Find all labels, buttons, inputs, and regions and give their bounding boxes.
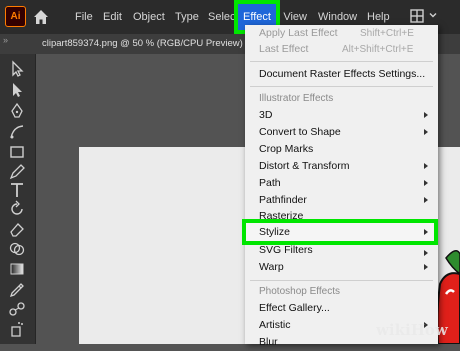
menu-item-document-raster-settings[interactable]: Document Raster Effects Settings... (259, 66, 425, 83)
menu-item-warp[interactable]: Warp (259, 259, 284, 276)
rectangle-tool-icon[interactable] (8, 143, 26, 161)
menu-item-blur[interactable]: Blur (259, 334, 278, 351)
menu-item-pathfinder[interactable]: Pathfinder (259, 192, 307, 209)
submenu-arrow-icon (424, 129, 428, 135)
shortcut-apply-last: Shift+Ctrl+E (360, 28, 414, 39)
menu-item-artistic[interactable]: Artistic (259, 317, 291, 334)
submenu-arrow-icon (424, 229, 428, 235)
menu-item-last-effect[interactable]: Last Effect (259, 41, 308, 58)
rotate-tool-icon[interactable] (8, 200, 26, 218)
menu-item-path[interactable]: Path (259, 175, 281, 192)
illustrator-logo: Ai (5, 6, 26, 27)
menu-separator (250, 280, 433, 281)
submenu-arrow-icon (424, 163, 428, 169)
menu-item-3d[interactable]: 3D (259, 107, 272, 124)
menu-select[interactable]: Select (208, 0, 234, 34)
section-header-photoshop-effects: Photoshop Effects (259, 286, 340, 297)
home-icon[interactable] (32, 8, 50, 26)
menu-object[interactable]: Object (133, 0, 165, 34)
menu-item-svg-filters[interactable]: SVG Filters (259, 242, 313, 259)
menu-item-stylize[interactable]: Stylize (259, 224, 290, 241)
symbol-sprayer-tool-icon[interactable] (8, 320, 26, 338)
menu-item-crop-marks[interactable]: Crop Marks (259, 141, 313, 158)
menu-item-distort-transform[interactable]: Distort & Transform (259, 158, 349, 175)
pen-tool-icon[interactable] (8, 102, 26, 120)
submenu-arrow-icon (424, 250, 428, 256)
menu-item-convert-to-shape[interactable]: Convert to Shape (259, 124, 341, 141)
chevron-down-icon[interactable] (428, 10, 438, 20)
document-tab[interactable]: clipart859374.png @ 50 % (RGB/CPU Previe… (42, 38, 243, 49)
submenu-arrow-icon (424, 264, 428, 270)
section-header-illustrator-effects: Illustrator Effects (259, 93, 334, 104)
submenu-arrow-icon (424, 180, 428, 186)
gradient-tool-icon[interactable] (8, 260, 26, 278)
pencil-tool-icon[interactable] (8, 163, 26, 181)
menu-file[interactable]: File (75, 0, 93, 34)
menu-item-effect-gallery[interactable]: Effect Gallery... (259, 300, 330, 317)
submenu-arrow-icon (424, 112, 428, 118)
menu-type[interactable]: Type (175, 0, 199, 34)
menu-edit[interactable]: Edit (103, 0, 122, 34)
curvature-tool-icon[interactable] (8, 123, 26, 141)
blend-tool-icon[interactable] (8, 300, 26, 318)
menu-separator (250, 61, 433, 62)
shortcut-last-effect: Alt+Shift+Ctrl+E (342, 44, 414, 55)
type-tool-icon[interactable] (8, 181, 26, 199)
double-chevron-icon[interactable]: » (3, 35, 13, 45)
eraser-tool-icon[interactable] (8, 220, 26, 238)
workspace-switcher-icon[interactable] (410, 9, 424, 23)
direct-selection-tool-icon[interactable] (8, 81, 26, 99)
menu-item-apply-last-effect[interactable]: Apply Last Effect (259, 25, 338, 42)
selection-tool-icon[interactable] (8, 60, 26, 78)
menu-separator (250, 86, 433, 87)
eyedropper-tool-icon[interactable] (8, 281, 26, 299)
shape-builder-tool-icon[interactable] (8, 240, 26, 258)
submenu-arrow-icon (424, 197, 428, 203)
wikihow-watermark: wikiHow (376, 321, 448, 339)
